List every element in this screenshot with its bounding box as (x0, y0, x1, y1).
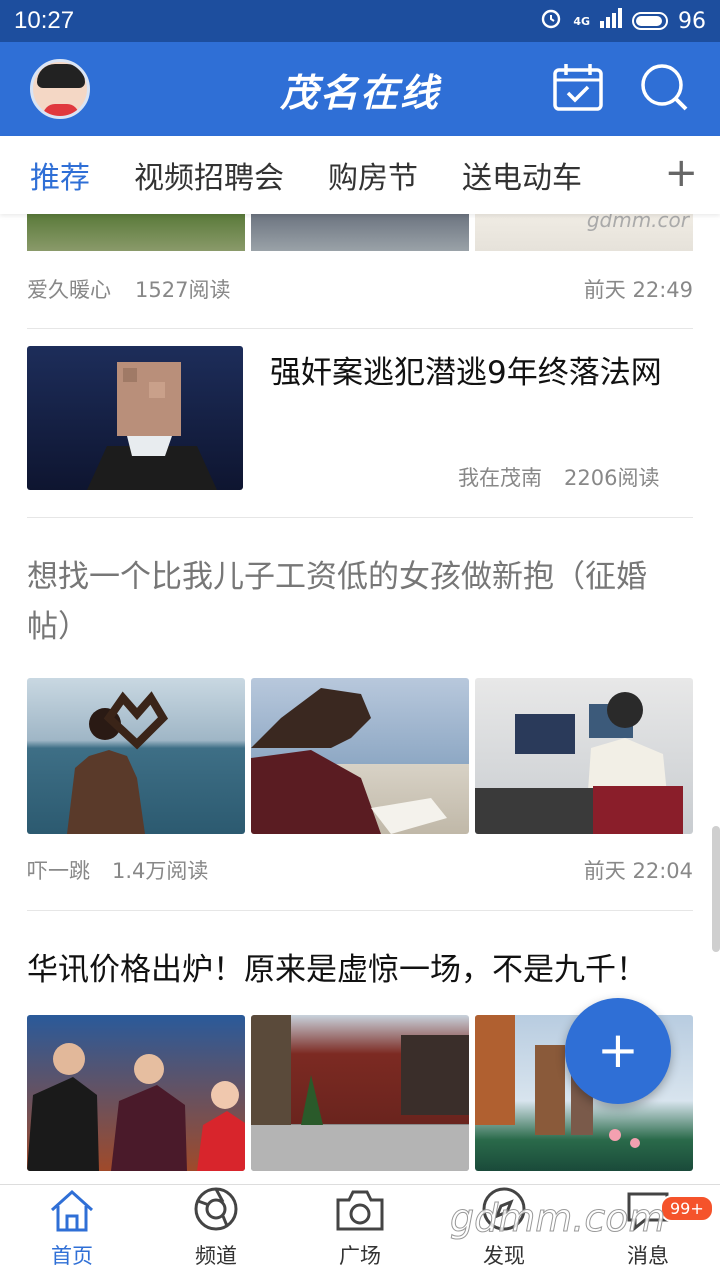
article-reads: 2206阅读 (564, 466, 660, 490)
article-reads: 1.4万阅读 (112, 859, 209, 883)
channel-tabs: 推荐 视频招聘会 购房节 送电动车 + (0, 136, 720, 214)
calendar-checkin-icon[interactable] (552, 62, 604, 116)
article-source: 我在茂南 (458, 466, 542, 490)
status-bar: 10:27 4G 96 (0, 0, 720, 42)
nav-home[interactable]: 首页 (0, 1185, 144, 1280)
tab-ebike-giveaway[interactable]: 送电动车 (462, 153, 582, 197)
article-images[interactable]: gdmm.cor (27, 214, 693, 251)
article-image[interactable] (27, 1015, 245, 1171)
article-reads: 1527阅读 (135, 278, 231, 302)
tab-house-festival[interactable]: 购房节 (328, 153, 418, 197)
nav-label: 发现 (483, 1244, 525, 1268)
nav-label: 首页 (51, 1244, 93, 1268)
tab-video-jobfair[interactable]: 视频招聘会 (134, 153, 284, 197)
article-time: 前天 22:49 (583, 278, 693, 302)
tab-recommend[interactable]: 推荐 (30, 153, 90, 197)
alarm-icon (539, 6, 563, 36)
article-meta: 吓一跳 1.4万阅读 前天 22:04 (27, 855, 693, 885)
publish-fab-button[interactable]: + (565, 998, 671, 1104)
article-source: 爱久暖心 (27, 278, 111, 302)
network-type: 4G (573, 14, 590, 28)
article-image[interactable] (251, 678, 469, 834)
article-meta: 我在茂南 2206阅读 (458, 462, 693, 492)
avatar[interactable] (30, 59, 90, 119)
nav-channel[interactable]: 频道 (144, 1185, 288, 1280)
article-image[interactable] (251, 1015, 469, 1171)
nav-square[interactable]: 广场 (288, 1185, 432, 1280)
signal-icon (600, 8, 622, 34)
camera-icon (335, 1188, 385, 1236)
article-thumbnail[interactable] (27, 346, 243, 490)
divider (27, 517, 693, 518)
channel-icon (193, 1186, 239, 1236)
article-image (27, 214, 245, 251)
article-title[interactable]: 华讯价格出炉！原来是虚惊一场，不是九千！ (27, 945, 693, 995)
scrollbar[interactable] (712, 826, 720, 952)
article-image[interactable] (27, 678, 245, 834)
search-icon[interactable] (638, 61, 690, 117)
article-image: gdmm.cor (475, 214, 693, 251)
nav-label: 广场 (339, 1244, 381, 1268)
article-title[interactable]: 想找一个比我儿子工资低的女孩做新抱（征婚帖） (27, 552, 693, 652)
article-time: 前天 22:04 (583, 859, 693, 883)
article-image[interactable] (475, 678, 693, 834)
message-count-badge: 99+ (660, 1195, 714, 1222)
status-time: 10:27 (14, 7, 75, 34)
app-bar: 茂名在线 (0, 42, 720, 136)
nav-discover[interactable]: 发现 (432, 1185, 576, 1280)
discover-icon (481, 1186, 527, 1236)
article-meta: 爱久暖心 1527阅读 前天 22:49 (27, 274, 693, 304)
article-title[interactable]: 强奸案逃犯潜逃9年终落法网 (270, 348, 700, 398)
battery-level: 96 (678, 8, 706, 34)
article-image (251, 214, 469, 251)
battery-icon (632, 12, 668, 30)
divider (27, 328, 693, 329)
bottom-navigation: 首页 频道 广场 发现 消息 99+ (0, 1184, 720, 1280)
add-tab-button[interactable]: + (664, 150, 698, 196)
divider (27, 910, 693, 911)
nav-messages[interactable]: 消息 99+ (576, 1185, 720, 1280)
nav-label: 频道 (195, 1244, 237, 1268)
image-watermark: gdmm.cor (586, 214, 689, 232)
home-icon (48, 1188, 96, 1236)
article-source: 吓一跳 (27, 859, 90, 883)
nav-label: 消息 (627, 1244, 669, 1268)
